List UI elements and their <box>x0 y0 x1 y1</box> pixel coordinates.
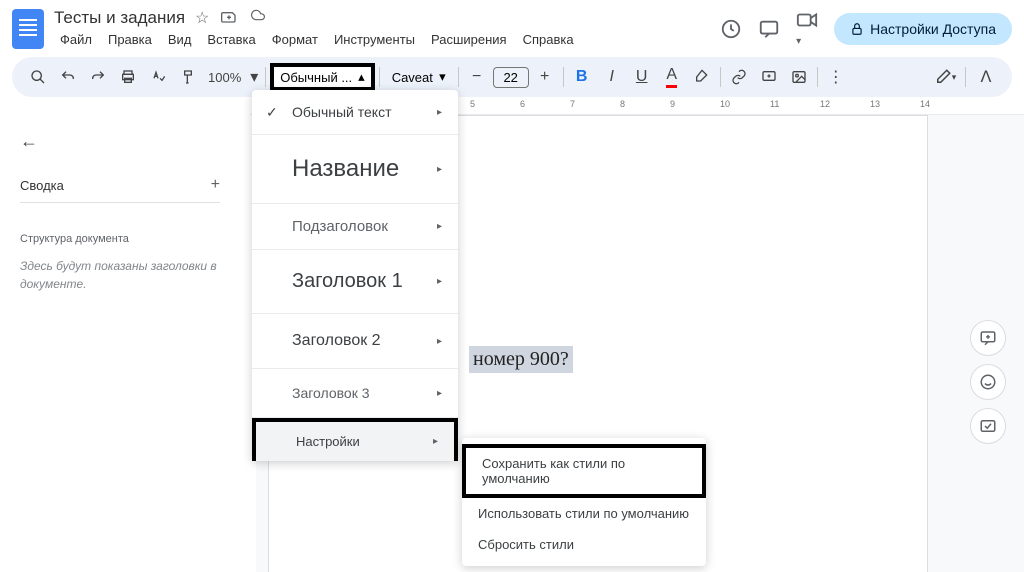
ruler-mark: 11 <box>770 99 779 109</box>
font-size-input[interactable]: 22 <box>493 67 529 88</box>
menu-edit[interactable]: Правка <box>102 30 158 49</box>
menu-extensions[interactable]: Расширения <box>425 30 513 49</box>
menu-help[interactable]: Справка <box>517 30 580 49</box>
font-dropdown[interactable]: Caveat ▾ <box>384 65 454 89</box>
back-arrow-icon[interactable]: ← <box>20 131 38 152</box>
font-name: Caveat <box>392 70 433 85</box>
menu-format[interactable]: Формат <box>266 30 324 49</box>
insert-image-icon[interactable] <box>785 63 813 91</box>
menu-bar: Файл Правка Вид Вставка Формат Инструмен… <box>54 30 710 49</box>
chevron-right-icon: ▸ <box>437 107 442 118</box>
emoji-icon[interactable] <box>970 364 1006 400</box>
ruler-mark: 6 <box>520 99 525 109</box>
ruler-mark: 10 <box>720 99 730 109</box>
highlight-icon[interactable] <box>688 63 716 91</box>
underline-icon[interactable]: U <box>628 63 656 91</box>
docs-logo-icon[interactable] <box>12 9 44 49</box>
add-comment-side-icon[interactable] <box>970 320 1006 356</box>
style-label: Обычный ... <box>280 70 352 85</box>
style-heading2[interactable]: Заголовок 2 ▸ <box>252 314 458 369</box>
chevron-down-icon: ▾ <box>439 69 446 85</box>
outline-sidebar: ← Сводка + Структура документа Здесь буд… <box>0 115 240 572</box>
decrease-font-icon[interactable]: − <box>463 63 491 91</box>
menu-view[interactable]: Вид <box>162 30 198 49</box>
style-heading1[interactable]: Заголовок 1 ▸ <box>252 250 458 314</box>
paint-format-icon[interactable] <box>174 63 202 91</box>
share-button[interactable]: Настройки Доступа <box>834 13 1012 45</box>
add-comment-icon[interactable] <box>755 63 783 91</box>
collapse-icon[interactable]: ᐱ <box>972 63 1000 91</box>
search-icon[interactable] <box>24 63 52 91</box>
style-settings[interactable]: Настройки ▸ <box>252 418 458 461</box>
chevron-right-icon: ▸ <box>437 388 442 399</box>
add-summary-icon[interactable]: + <box>211 176 220 194</box>
document-title[interactable]: Тесты и задания <box>54 8 185 28</box>
zoom-dropdown-icon[interactable]: ▾ <box>247 63 261 91</box>
ruler-mark: 7 <box>570 99 575 109</box>
paragraph-style-dropdown[interactable]: Обычный ... ▴ <box>270 63 374 91</box>
style-heading3[interactable]: Заголовок 3 ▸ <box>252 369 458 418</box>
comments-icon[interactable] <box>758 18 780 40</box>
reset-styles[interactable]: Сбросить стили <box>462 529 706 560</box>
more-icon[interactable]: ⋮ <box>822 63 850 91</box>
document-text[interactable]: номер 900? <box>469 346 573 373</box>
style-settings-submenu: Сохранить как стили по умолчанию Использ… <box>462 438 706 566</box>
lock-icon <box>850 22 864 36</box>
side-action-buttons <box>970 320 1006 444</box>
ruler-mark: 5 <box>470 99 475 109</box>
ruler-mark: 12 <box>820 99 830 109</box>
editing-mode-icon[interactable]: ▾ <box>931 63 959 91</box>
cloud-icon[interactable] <box>249 8 267 28</box>
ruler-mark: 8 <box>620 99 625 109</box>
chevron-right-icon: ▸ <box>437 164 442 175</box>
style-title[interactable]: Название ▸ <box>252 135 458 204</box>
summary-label: Сводка <box>20 178 64 193</box>
title-area: Тесты и задания ☆ Файл Правка Вид Вставк… <box>54 8 710 49</box>
ruler-mark: 9 <box>670 99 675 109</box>
menu-insert[interactable]: Вставка <box>201 30 261 49</box>
header-bar: Тесты и задания ☆ Файл Правка Вид Вставк… <box>0 0 1024 57</box>
zoom-level[interactable]: 100% <box>204 70 245 85</box>
save-default-styles[interactable]: Сохранить как стили по умолчанию <box>462 444 706 498</box>
style-normal[interactable]: Обычный текст ▸ <box>252 90 458 135</box>
history-icon[interactable] <box>720 18 742 40</box>
menu-file[interactable]: Файл <box>54 30 98 49</box>
paragraph-style-menu: Обычный текст ▸ Название ▸ Подзаголовок … <box>252 90 458 461</box>
meet-icon[interactable]: ▾ <box>796 9 818 49</box>
print-icon[interactable] <box>114 63 142 91</box>
bold-icon[interactable]: B <box>568 63 596 91</box>
redo-icon[interactable] <box>84 63 112 91</box>
menu-tools[interactable]: Инструменты <box>328 30 421 49</box>
chevron-right-icon: ▸ <box>437 221 442 232</box>
ruler-mark: 13 <box>870 99 880 109</box>
chevron-up-icon: ▴ <box>358 69 365 85</box>
undo-icon[interactable] <box>54 63 82 91</box>
italic-icon[interactable]: I <box>598 63 626 91</box>
toolbar: 100% ▾ Обычный ... ▴ Caveat ▾ − 22 + B I… <box>12 57 1012 97</box>
ruler-mark: 14 <box>920 99 930 109</box>
style-subtitle[interactable]: Подзаголовок ▸ <box>252 204 458 250</box>
spellcheck-icon[interactable] <box>144 63 172 91</box>
text-color-icon[interactable]: A <box>658 63 686 91</box>
move-icon[interactable] <box>221 8 237 28</box>
use-default-styles[interactable]: Использовать стили по умолчанию <box>462 498 706 529</box>
outline-empty-text: Здесь будут показаны заголовки в докумен… <box>20 257 220 293</box>
star-icon[interactable]: ☆ <box>195 8 209 28</box>
share-label: Настройки Доступа <box>870 21 996 37</box>
increase-font-icon[interactable]: + <box>531 63 559 91</box>
chevron-right-icon: ▸ <box>437 336 442 347</box>
suggest-edit-icon[interactable] <box>970 408 1006 444</box>
outline-title: Структура документа <box>20 233 220 245</box>
chevron-right-icon: ▸ <box>437 276 442 287</box>
chevron-right-icon: ▸ <box>433 436 438 447</box>
link-icon[interactable] <box>725 63 753 91</box>
